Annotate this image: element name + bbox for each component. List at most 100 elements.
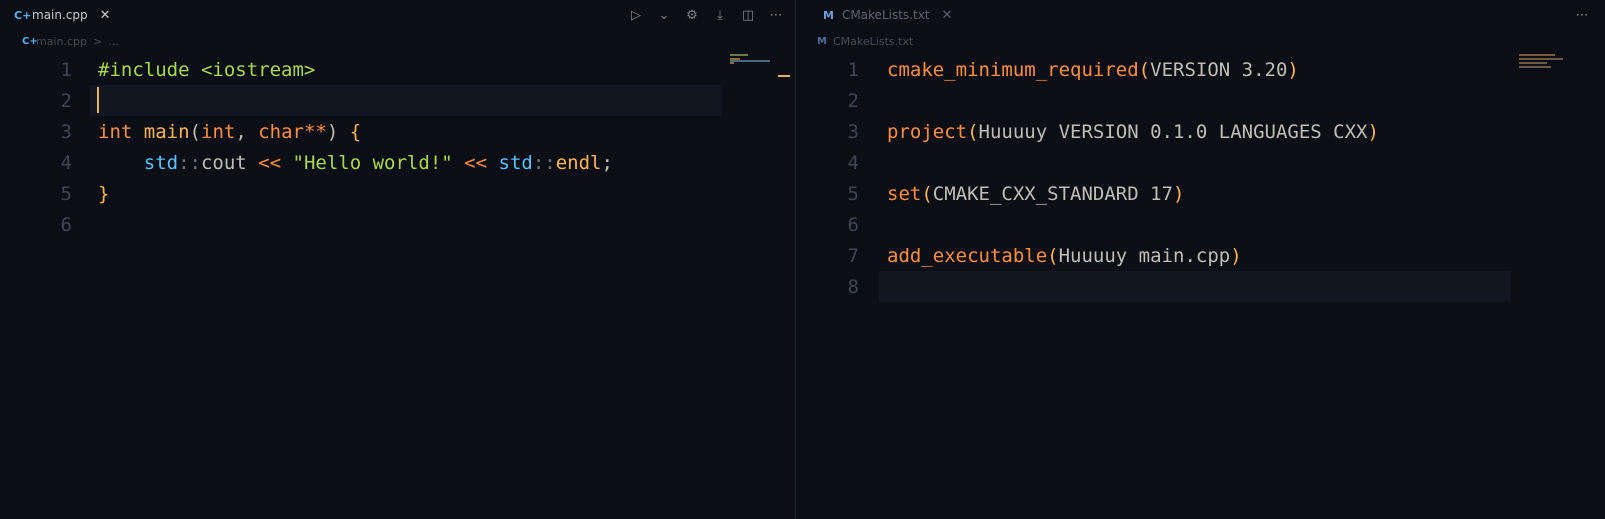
- code-token: (: [1138, 58, 1151, 81]
- minimap-line: [730, 54, 748, 56]
- code-token: <<: [258, 151, 282, 174]
- line-number: 1: [60, 58, 72, 81]
- code-line[interactable]: 6: [809, 209, 1605, 240]
- code-line[interactable]: 8: [809, 271, 1605, 302]
- code-token: int: [201, 120, 236, 143]
- code-token: ::: [178, 151, 201, 174]
- minimap-line: [1519, 54, 1555, 56]
- code-token: ): [326, 120, 350, 143]
- code-line[interactable]: 4 std::cout << "Hello world!" << std::en…: [0, 147, 795, 178]
- code-token: set: [887, 182, 922, 205]
- code-token: }: [98, 182, 110, 205]
- tab-cmakelists[interactable]: M CMakeLists.txt ✕: [809, 0, 952, 30]
- code-line[interactable]: 3 int main(int, char**) {: [0, 116, 795, 147]
- tab-bar: C+ main.cpp ✕ ▷ ⌄ ⚙ ⤓ ◫ ⋯: [0, 0, 795, 30]
- cmake-file-icon: M: [817, 35, 827, 47]
- code-line[interactable]: 3 project(Huuuuy VERSION 0.1.0 LANGUAGES …: [809, 116, 1605, 147]
- line-number: 5: [847, 182, 859, 205]
- code-line[interactable]: 1 cmake_minimum_required(VERSION 3.20): [809, 54, 1605, 85]
- code-token: char: [258, 120, 304, 143]
- code-token: <<: [464, 151, 488, 174]
- code-text: int main(int, char**) {: [98, 121, 361, 143]
- code-line[interactable]: 5}: [0, 178, 795, 209]
- code-line[interactable]: 2: [809, 85, 1605, 116]
- breadcrumb-file[interactable]: main.cpp: [36, 35, 87, 48]
- minimap[interactable]: [1519, 54, 1579, 84]
- cpp-file-icon: C+: [22, 35, 38, 47]
- code-token: ::: [532, 151, 556, 174]
- code-token: ): [1287, 58, 1299, 81]
- editor-group-right: M CMakeLists.txt ✕ ⋯ M CMakeLists.txt 1 c…: [809, 0, 1605, 519]
- editor-window: C+ main.cpp ✕ ▷ ⌄ ⚙ ⤓ ◫ ⋯ C+ main.cpp > ... 1…: [0, 0, 1605, 519]
- code-token: #include: [98, 58, 190, 81]
- breadcrumb: M CMakeLists.txt: [809, 30, 1605, 52]
- code-token: "Hello world!": [292, 151, 453, 174]
- line-number: 4: [60, 151, 72, 174]
- line-number: 6: [60, 213, 72, 236]
- cpp-file-icon: C+: [14, 8, 32, 22]
- line-number: 5: [60, 182, 72, 205]
- code-line[interactable]: 1 #include <iostream>: [0, 54, 795, 85]
- gear-icon[interactable]: ⚙: [683, 6, 701, 24]
- line-number: 4: [847, 151, 859, 174]
- code-token: std: [498, 151, 533, 174]
- code-line[interactable]: 4: [809, 147, 1605, 178]
- code-token: ): [1230, 244, 1242, 267]
- run-icon[interactable]: ▷: [627, 6, 645, 24]
- split-editor-icon[interactable]: ◫: [739, 6, 757, 24]
- close-icon[interactable]: ✕: [942, 8, 953, 23]
- breadcrumb-more[interactable]: ...: [108, 35, 119, 48]
- code-text: project(Huuuuy VERSION 0.1.0 LANGUAGES C…: [887, 121, 1379, 143]
- minimap-line: [730, 60, 770, 62]
- code-text: add_executable(Huuuuy main.cpp): [887, 245, 1242, 267]
- chevron-down-icon[interactable]: ⌄: [655, 6, 673, 24]
- code-text: std::cout << "Hello world!" << std::endl…: [98, 152, 613, 174]
- more-actions-icon[interactable]: ⋯: [767, 6, 785, 24]
- code-line[interactable]: 5 set(CMAKE_CXX_STANDARD 17): [809, 178, 1605, 209]
- tab-label: main.cpp: [32, 8, 88, 22]
- save-download-icon[interactable]: ⤓: [711, 6, 729, 24]
- tab-label: CMakeLists.txt: [841, 8, 930, 22]
- code-token: project: [887, 120, 968, 143]
- more-actions-icon[interactable]: ⋯: [1573, 6, 1591, 24]
- scrollbar-cursor-marker: [778, 75, 790, 77]
- code-line[interactable]: 6: [0, 209, 795, 240]
- breadcrumb-file[interactable]: CMakeLists.txt: [833, 35, 913, 48]
- code-text: set(CMAKE_CXX_STANDARD 17): [887, 183, 1184, 205]
- line-number: 3: [847, 120, 859, 143]
- code-token: int: [98, 120, 133, 143]
- code-line[interactable]: 7 add_executable(Huuuuy main.cpp): [809, 240, 1605, 271]
- minimap[interactable]: [730, 54, 790, 84]
- line-number: 2: [60, 89, 72, 112]
- code-text: }: [98, 183, 109, 205]
- minimap-line: [1519, 62, 1547, 64]
- code-token: std: [143, 151, 179, 174]
- code-text: cmake_minimum_required(VERSION 3.20): [887, 59, 1299, 81]
- code-token: ): [1367, 120, 1379, 143]
- cmake-file-icon: M: [823, 8, 834, 22]
- minimap-line: [730, 62, 734, 64]
- code-line[interactable]: 2: [0, 85, 795, 116]
- code-editor-cmakelists[interactable]: 1 cmake_minimum_required(VERSION 3.20) 2 3 p…: [809, 54, 1605, 519]
- line-number: 6: [847, 213, 859, 236]
- line-number: 1: [847, 58, 859, 81]
- code-token: VERSION 3.20: [1150, 58, 1288, 81]
- split-sash[interactable]: [795, 0, 809, 519]
- code-token: endl: [555, 151, 602, 174]
- code-text: #include <iostream>: [98, 59, 315, 81]
- tab-main-cpp[interactable]: C+ main.cpp ✕: [0, 0, 120, 30]
- code-token: ;: [601, 151, 613, 174]
- code-token: (: [189, 120, 201, 143]
- minimap-line: [1519, 58, 1563, 60]
- code-token: add_executable: [887, 244, 1048, 267]
- close-icon[interactable]: ✕: [100, 8, 111, 23]
- code-token: ): [1173, 182, 1185, 205]
- line-number: 7: [847, 244, 859, 267]
- code-editor-main-cpp[interactable]: 1 #include <iostream> 2 3 int main(int, char…: [0, 54, 795, 519]
- tab-bar: M CMakeLists.txt ✕ ⋯: [809, 0, 1605, 30]
